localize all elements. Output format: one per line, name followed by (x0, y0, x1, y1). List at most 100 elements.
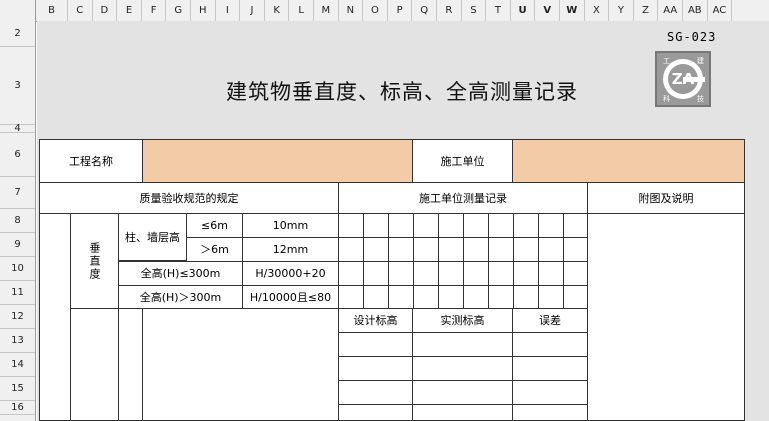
column-header-ab[interactable]: AB (683, 0, 708, 21)
column-header-k[interactable]: K (265, 0, 290, 21)
measure-cell[interactable] (438, 261, 464, 286)
column-header-q[interactable]: Q (412, 0, 437, 21)
row-header-15[interactable]: 15 (0, 377, 35, 401)
measure-cell[interactable] (563, 261, 589, 286)
row-header-3[interactable]: 3 (0, 47, 35, 125)
row-header-6[interactable]: 6 (0, 133, 35, 177)
measure-cell[interactable] (513, 237, 539, 262)
project-name-input[interactable] (142, 139, 413, 183)
design-elevation-cell[interactable] (338, 380, 413, 405)
error-cell[interactable] (512, 404, 588, 421)
actual-elevation-cell[interactable] (412, 380, 513, 405)
condition-2: ＞6m (186, 237, 243, 262)
measure-cell[interactable] (538, 237, 564, 262)
row-header-14[interactable]: 14 (0, 353, 35, 377)
design-elevation-cell[interactable] (338, 332, 413, 357)
row-header-9[interactable]: 9 (0, 233, 35, 257)
row-header-2[interactable]: 2 (0, 21, 35, 47)
measure-cell[interactable] (388, 213, 414, 238)
column-header-f[interactable]: F (142, 0, 167, 21)
measure-cell[interactable] (463, 285, 489, 310)
column-header-l[interactable]: L (289, 0, 314, 21)
column-header-w[interactable]: W (560, 0, 585, 21)
measure-cell[interactable] (413, 213, 439, 238)
column-header-o[interactable]: O (363, 0, 388, 21)
error-cell[interactable] (512, 356, 588, 381)
column-header-c[interactable]: C (68, 0, 93, 21)
construction-unit-input[interactable] (512, 139, 745, 183)
column-header-j[interactable]: J (240, 0, 265, 21)
column-header-g[interactable]: G (166, 0, 191, 21)
measure-cell[interactable] (488, 285, 514, 310)
row-header-8[interactable]: 8 (0, 209, 35, 233)
measure-cell[interactable] (513, 261, 539, 286)
measure-cell[interactable] (463, 237, 489, 262)
row-header-10[interactable]: 10 (0, 257, 35, 281)
notes-area[interactable] (587, 213, 745, 421)
column-header-n[interactable]: N (339, 0, 364, 21)
column-header-h[interactable]: H (191, 0, 216, 21)
measure-cell[interactable] (488, 237, 514, 262)
measure-cell[interactable] (513, 285, 539, 310)
measure-cell[interactable] (438, 237, 464, 262)
column-header-d[interactable]: D (93, 0, 118, 21)
measure-cell[interactable] (488, 213, 514, 238)
sheet-area[interactable]: SG-023 ZA 工 建 科 技 建筑物垂直度、标高、全高测量记录 工程名称施… (37, 21, 769, 421)
row-header-11[interactable]: 11 (0, 281, 35, 305)
measure-cell[interactable] (538, 261, 564, 286)
column-header-b[interactable]: B (36, 0, 68, 21)
row-header-12[interactable]: 12 (0, 305, 35, 329)
measure-cell[interactable] (563, 285, 589, 310)
error-cell[interactable] (512, 332, 588, 357)
measure-cell[interactable] (363, 285, 389, 310)
column-header-ac[interactable]: AC (708, 0, 733, 21)
error-cell[interactable] (512, 380, 588, 405)
column-header-r[interactable]: R (437, 0, 462, 21)
measure-cell[interactable] (413, 285, 439, 310)
measure-cell[interactable] (563, 237, 589, 262)
column-header-z[interactable]: Z (634, 0, 659, 21)
column-header-m[interactable]: M (314, 0, 339, 21)
measure-cell[interactable] (438, 213, 464, 238)
measure-cell[interactable] (363, 213, 389, 238)
row-header-16[interactable]: 16 (0, 401, 35, 415)
column-header-y[interactable]: Y (609, 0, 634, 21)
measure-cell[interactable] (338, 237, 364, 262)
measure-cell[interactable] (363, 261, 389, 286)
measure-cell[interactable] (513, 213, 539, 238)
measure-cell[interactable] (388, 285, 414, 310)
select-all-corner[interactable] (0, 0, 36, 21)
column-header-aa[interactable]: AA (658, 0, 683, 21)
column-header-i[interactable]: I (216, 0, 241, 21)
measure-cell[interactable] (338, 261, 364, 286)
column-header-x[interactable]: X (585, 0, 610, 21)
measure-cell[interactable] (413, 237, 439, 262)
measure-cell[interactable] (538, 285, 564, 310)
design-elevation-cell[interactable] (338, 404, 413, 421)
column-header-t[interactable]: T (486, 0, 511, 21)
measure-cell[interactable] (488, 261, 514, 286)
measure-cell[interactable] (563, 213, 589, 238)
actual-elevation-cell[interactable] (412, 356, 513, 381)
measure-cell[interactable] (438, 285, 464, 310)
actual-elevation-cell[interactable] (412, 332, 513, 357)
measure-cell[interactable] (338, 285, 364, 310)
column-header-u[interactable]: U (511, 0, 536, 21)
row-header-7[interactable]: 7 (0, 177, 35, 209)
row-header-4[interactable]: 4 (0, 124, 35, 134)
column-header-e[interactable]: E (117, 0, 142, 21)
design-elevation-cell[interactable] (338, 356, 413, 381)
column-header-v[interactable]: V (535, 0, 560, 21)
measure-cell[interactable] (338, 213, 364, 238)
measure-cell[interactable] (388, 237, 414, 262)
measure-cell[interactable] (413, 261, 439, 286)
measure-cell[interactable] (538, 213, 564, 238)
actual-elevation-cell[interactable] (412, 404, 513, 421)
measure-cell[interactable] (463, 261, 489, 286)
row-header-13[interactable]: 13 (0, 329, 35, 353)
column-header-p[interactable]: P (388, 0, 413, 21)
column-header-s[interactable]: S (462, 0, 487, 21)
measure-cell[interactable] (388, 261, 414, 286)
measure-cell[interactable] (363, 237, 389, 262)
measure-cell[interactable] (463, 213, 489, 238)
